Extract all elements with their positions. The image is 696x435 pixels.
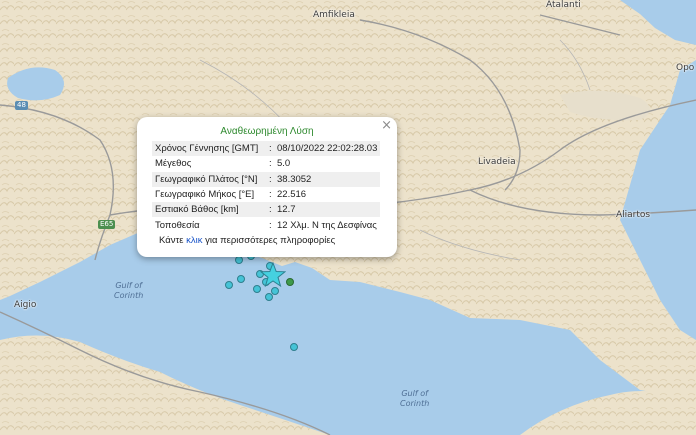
earthquake-marker[interactable] (290, 343, 298, 351)
road-shield: 48 (15, 101, 28, 110)
table-row: Γεωγραφικό Μήκος [°E] : 22.516 (152, 187, 380, 202)
more-info-prefix: Κάντε (159, 235, 184, 246)
table-row: Χρόνος Γέννησης [GMT] : 08/10/2022 22:02… (152, 141, 381, 157)
row-value: 08/10/2022 22:02:28.03 (274, 141, 381, 157)
earthquake-marker[interactable] (237, 275, 245, 283)
row-value: 38.3052 (274, 171, 381, 187)
row-label: Τοποθεσία (155, 219, 200, 231)
more-info-link[interactable]: κλικ (186, 235, 202, 246)
place-label-aliartos: Aliartos (616, 210, 651, 220)
table-row: Μέγεθος : 5.0 (152, 156, 380, 171)
earthquake-info-popup: × Αναθεωρημένη Λύση Χρόνος Γέννησης [GMT… (137, 117, 397, 257)
popup-title: Αναθεωρημένη Λύση (220, 126, 314, 137)
earthquake-marker[interactable] (271, 287, 279, 295)
star-icon[interactable] (260, 262, 286, 288)
row-label: Γεωγραφικό Πλάτος [°N] (152, 171, 268, 187)
place-label-livadeia: Livadeia (478, 157, 516, 167)
place-label-opo: Opo (676, 63, 695, 73)
earthquake-marker[interactable] (286, 278, 294, 286)
place-label-aigio: Aigio (14, 300, 37, 310)
table-row: Τοποθεσία : 12 Χλμ. Ν της Δεσφίνας (152, 217, 380, 232)
earthquake-marker[interactable] (235, 256, 243, 264)
road-shield: E65 (98, 220, 116, 229)
row-value: 5.0 (277, 158, 291, 170)
row-value: 12.7 (274, 202, 381, 218)
row-label: Χρόνος Γέννησης [GMT] (152, 141, 268, 157)
sea-label-gulf-of-corinth-east: Gulf of Corinth (400, 389, 430, 408)
more-info-suffix: για περισσότερες πληροφορίες (205, 235, 336, 246)
place-label-atalanti: Atalanti (546, 0, 581, 10)
row-value: 22.516 (277, 189, 307, 201)
table-row: Εστιακό Βάθος [km] : 12.7 (152, 202, 381, 218)
earthquake-marker[interactable] (225, 281, 233, 289)
row-value: 12 Χλμ. Ν της Δεσφίνας (277, 219, 377, 231)
sea-label-gulf-of-corinth-west: Gulf of Corinth (114, 281, 144, 300)
more-info-text: Κάντε κλικ για περισσότερες πληροφορίες (159, 235, 335, 246)
row-label: Μέγεθος (155, 158, 192, 170)
place-label-amfikleia: Amfikleia (313, 10, 355, 20)
row-label: Γεωγραφικό Μήκος [°E] (155, 189, 255, 201)
row-label: Εστιακό Βάθος [km] (152, 202, 268, 218)
table-row: Γεωγραφικό Πλάτος [°N] : 38.3052 (152, 171, 381, 187)
earthquake-info-table: Χρόνος Γέννησης [GMT] : 08/10/2022 22:02… (152, 141, 381, 233)
